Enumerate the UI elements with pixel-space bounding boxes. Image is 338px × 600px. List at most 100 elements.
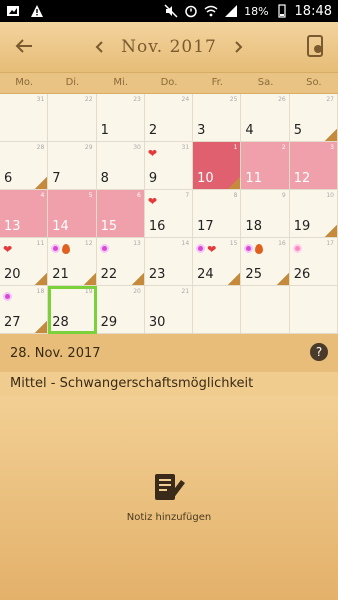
day-cell-period[interactable]: 5 14 [48,190,97,238]
day-cell[interactable]: 31 [0,94,49,142]
cycle-day: 7 [185,192,190,199]
cycle-day: 18 [36,288,45,295]
clock: 18:48 [294,3,332,19]
day-number: 28 [52,315,69,330]
cycle-day: 3 [330,144,334,151]
cycle-day: 23 [133,96,141,103]
day-cell[interactable]: 13 22 [96,238,145,286]
day-cell[interactable]: 17 26 [289,238,338,286]
cycle-day: 15 [229,240,238,247]
back-arrow-icon[interactable] [12,34,36,58]
cycle-day: 31 [36,96,45,103]
cycle-day: 19 [84,288,93,295]
battery-icon [277,4,286,18]
day-number: 20 [4,267,21,282]
day-cell[interactable]: 22 [48,94,97,142]
drop-icon [62,244,71,254]
wifi-icon [204,5,218,17]
weekday-label: Di. [65,77,80,88]
cycle-day: 17 [326,240,334,247]
cycle-day: 25 [229,96,238,103]
cycle-day: 27 [326,96,334,103]
heart-icon: ❤ [3,243,13,256]
day-number: 9 [148,171,158,186]
day-number: 18 [245,219,262,234]
export-icon[interactable] [304,34,328,58]
heart-icon: ❤ [147,147,158,160]
day-cell[interactable]: ❤ 7 16 [144,190,194,238]
cycle-day: 1 [233,144,238,151]
cycle-day: 20 [133,288,141,295]
note-area: Notiz hinzufügen [0,396,338,600]
chevron-left-icon[interactable] [93,40,107,54]
day-number: 19 [293,219,311,234]
add-note-label[interactable]: Notiz hinzufügen [0,512,338,523]
day-cell[interactable]: 26 4 [241,94,290,142]
ovulation-dot-icon [3,292,12,301]
note-fold-icon [35,321,48,333]
day-cell[interactable]: 20 29 [96,286,145,334]
image-icon [7,6,19,16]
weekday-label: So. [306,77,322,88]
cycle-day: 11 [36,240,45,247]
day-cell-selected[interactable]: 19 28 [48,286,97,334]
day-cell[interactable]: 16 25 [241,238,290,286]
day-cell[interactable]: 28 6 [0,142,49,190]
day-cell[interactable]: 25 3 [193,94,242,142]
day-number: 7 [52,171,61,186]
drop-icon [255,244,264,254]
day-cell-period[interactable]: 2 11 [241,142,290,190]
battery-text: 18% [244,4,269,18]
cycle-day: 31 [181,144,190,151]
edit-note-icon[interactable] [151,468,187,504]
selected-date-bar: 28. Nov. 2017 ? [0,334,338,372]
day-cell[interactable] [241,286,290,334]
cycle-day: 30 [133,144,141,151]
selected-date: 28. Nov. 2017 [10,345,101,361]
ovulation-dot-icon [99,244,109,253]
mute-icon [164,4,178,18]
day-number: 24 [197,267,214,282]
day-cell[interactable]: 14 23 [144,238,194,286]
month-title: Nov. 2017 [121,37,217,57]
cycle-day: 24 [181,96,190,103]
ovulation-dot-icon [196,244,206,253]
day-cell[interactable]: 10 19 [289,190,338,238]
cycle-day: 16 [278,240,286,247]
day-cell[interactable]: 27 5 [289,94,338,142]
day-cell[interactable] [289,286,338,334]
note-fold-icon [83,273,96,285]
help-icon[interactable]: ? [310,343,328,361]
day-cell-period[interactable]: 3 12 [289,142,338,190]
cycle-day: 12 [84,240,93,247]
day-cell-period[interactable]: 1 10 [193,142,242,190]
day-number: 29 [100,315,118,330]
day-cell[interactable]: 12 21 [48,238,97,286]
chevron-right-icon[interactable] [231,40,245,54]
day-cell[interactable]: 21 30 [144,286,194,334]
month-navigation: Nov. 2017 [93,37,245,57]
day-cell[interactable]: 23 1 [96,94,145,142]
note-fold-icon [228,273,241,285]
day-cell[interactable]: 24 2 [144,94,194,142]
cycle-day: 9 [281,192,286,199]
day-cell[interactable]: 29 7 [48,142,97,190]
day-cell[interactable] [193,286,242,334]
day-cell[interactable]: 30 8 [96,142,145,190]
day-cell[interactable]: 8 17 [193,190,242,238]
day-cell[interactable]: 9 18 [241,190,290,238]
warning-icon [31,5,43,17]
day-cell[interactable]: ❤ 11 20 [0,238,49,286]
day-cell[interactable]: ❤ 31 9 [144,142,194,190]
day-number: 17 [197,219,214,234]
day-cell-period[interactable]: 4 13 [0,190,49,238]
weekday-label: Fr. [211,77,223,88]
day-number: 5 [293,123,302,138]
day-cell[interactable]: 18 27 [0,286,49,334]
note-fold-icon [276,273,289,285]
day-cell-period[interactable]: 6 15 [96,190,145,238]
note-fold-icon [324,129,337,141]
heart-icon: ❤ [207,243,217,256]
day-cell[interactable]: ❤ 15 24 [193,238,242,286]
day-number: 23 [148,267,166,282]
